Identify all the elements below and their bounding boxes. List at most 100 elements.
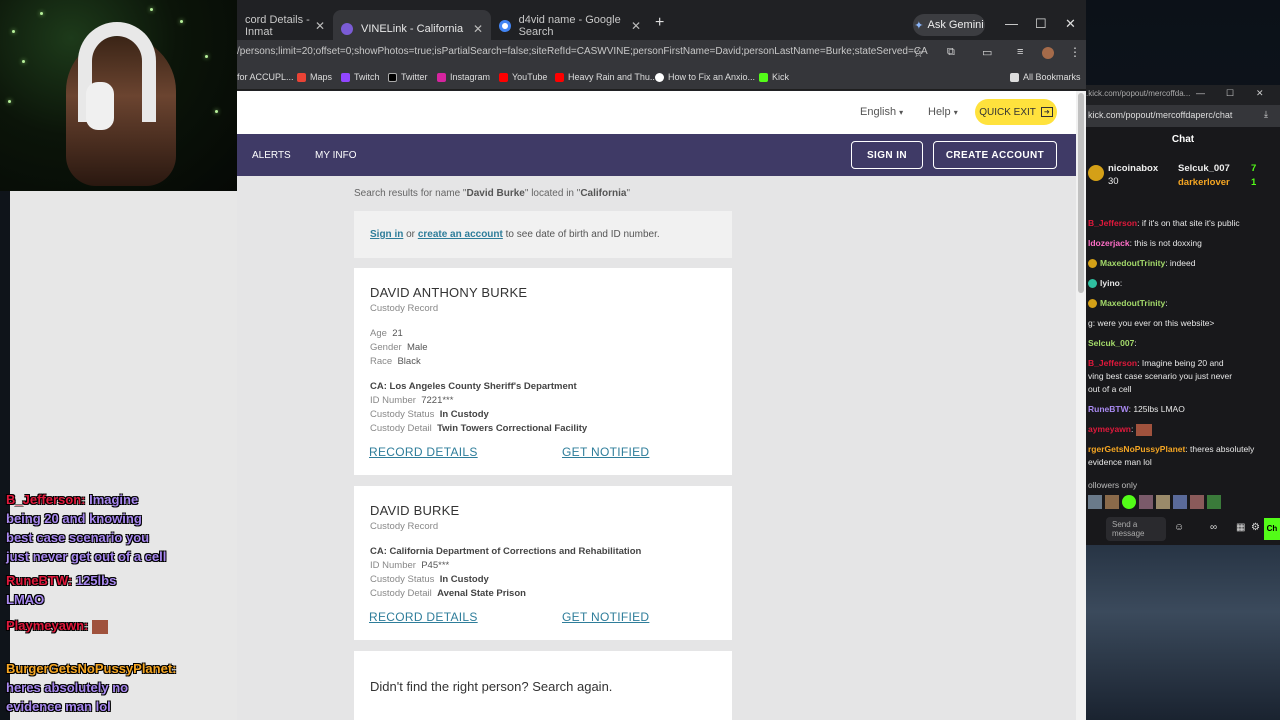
maximize-icon[interactable]: ☐ bbox=[1035, 16, 1047, 32]
page-scrollbar[interactable] bbox=[1076, 91, 1086, 720]
ask-gemini-button[interactable]: ✦ Ask Gemini bbox=[913, 14, 985, 36]
chat-send-button[interactable]: Ch bbox=[1264, 518, 1280, 540]
chat-username[interactable]: MaxedoutTrinity bbox=[1100, 298, 1165, 308]
tab-record-details[interactable]: cord Details - Inmat ✕ bbox=[237, 12, 333, 40]
cast-icon[interactable]: ▭ bbox=[982, 46, 992, 59]
emote-icon[interactable] bbox=[1105, 495, 1119, 509]
chat-username[interactable]: rgerGetsNoPussyPlanet bbox=[1088, 444, 1185, 454]
nav-my-info[interactable]: MY INFO bbox=[315, 150, 356, 161]
chat-text: out of a cell bbox=[1088, 384, 1132, 394]
address-bar[interactable]: /persons;limit=20;offset=0;showPhotos=tr… bbox=[237, 40, 1086, 68]
all-bookmarks-label: All Bookmarks bbox=[1023, 72, 1081, 82]
overlay-chat-username: BurgerGetsNoPussyPlanet: bbox=[6, 661, 177, 676]
chat-username[interactable]: MaxedoutTrinity bbox=[1100, 258, 1165, 268]
id-value: 7221*** bbox=[421, 395, 454, 406]
chat-username[interactable]: Selcuk_007 bbox=[1088, 338, 1134, 348]
more-icon[interactable]: ⋮ bbox=[1069, 45, 1081, 59]
chat-username[interactable]: B_Jefferson bbox=[1088, 218, 1137, 228]
chat-message: out of a cell bbox=[1088, 383, 1131, 396]
record-type: Custody Record bbox=[370, 303, 439, 314]
gear-icon[interactable]: ⚙ bbox=[1251, 522, 1260, 533]
overlay-chat-text: being 20 and knowing bbox=[6, 511, 142, 526]
chat-username[interactable]: RuneBTW bbox=[1088, 404, 1129, 414]
create-account-link[interactable]: create an account bbox=[418, 229, 503, 240]
create-account-button[interactable]: CREATE ACCOUNT bbox=[933, 141, 1057, 169]
overlay-chat-text: LMAO bbox=[6, 592, 45, 607]
search-again-card: Didn't find the right person? Search aga… bbox=[354, 651, 732, 720]
new-tab-button[interactable]: + bbox=[655, 14, 664, 32]
emote-icon[interactable] bbox=[1173, 495, 1187, 509]
chat-message: rgerGetsNoPussyPlanet: theres absolutely bbox=[1088, 443, 1254, 456]
bookmark-item[interactable]: Heavy Rain and Thu... bbox=[555, 72, 657, 82]
leaderboard-name: Selcuk_007 bbox=[1178, 163, 1230, 174]
help-menu[interactable]: Help ▾ bbox=[928, 106, 958, 118]
sign-in-button[interactable]: SIGN IN bbox=[851, 141, 923, 169]
overlay-chat-text: evidence man lol bbox=[6, 699, 111, 714]
search-results-summary: Search results for name "David Burke" lo… bbox=[354, 188, 630, 199]
emote-icon[interactable] bbox=[1190, 495, 1204, 509]
record-details-link[interactable]: RECORD DETAILS bbox=[369, 610, 478, 624]
bookmark-item[interactable]: Kick bbox=[759, 72, 789, 82]
emote-icon[interactable] bbox=[1207, 495, 1221, 509]
close-icon[interactable]: ✕ bbox=[315, 19, 325, 33]
language-select[interactable]: English ▾ bbox=[860, 106, 903, 118]
overlay-chat-username: RuneBTW: bbox=[6, 573, 73, 588]
chat-address-bar[interactable]: kick.com/popout/mercoffdaperc/chat ⤓ bbox=[1086, 105, 1280, 127]
get-notified-link[interactable]: GET NOTIFIED bbox=[562, 445, 649, 459]
gift-icon[interactable]: ▦ bbox=[1236, 522, 1245, 533]
record-details-link[interactable]: RECORD DETAILS bbox=[369, 445, 478, 459]
overlay-chat-username: Playmeyawn: bbox=[6, 618, 89, 633]
nav-alerts[interactable]: ALERTS bbox=[252, 150, 291, 161]
chat-message: MaxedoutTrinity: bbox=[1088, 297, 1168, 310]
emote-icon[interactable] bbox=[1139, 495, 1153, 509]
star-icon[interactable]: ☆ bbox=[913, 46, 924, 60]
close-window-icon[interactable]: ✕ bbox=[1065, 16, 1076, 32]
bookmark-item[interactable]: Twitter bbox=[388, 72, 428, 82]
tab-google-search[interactable]: d4vid name - Google Search ✕ bbox=[491, 12, 649, 40]
emote-icon[interactable] bbox=[1122, 495, 1136, 509]
bookmark-item[interactable]: Twitch bbox=[341, 72, 380, 82]
chat-username[interactable]: aymeyawn bbox=[1088, 424, 1131, 434]
folder-icon bbox=[1010, 72, 1019, 82]
quick-exit-button[interactable]: QUICK EXIT ➜ bbox=[975, 99, 1057, 125]
bookmark-item[interactable]: How to Fix an Anxio... bbox=[655, 72, 755, 82]
signin-or: or bbox=[406, 229, 416, 240]
race-row: Race Black bbox=[370, 356, 421, 367]
bookmark-item[interactable]: YouTube bbox=[499, 72, 547, 82]
chat-text: : this is not doxxing bbox=[1129, 238, 1202, 248]
gender-row: Gender Male bbox=[370, 342, 428, 353]
all-bookmarks-button[interactable]: All Bookmarks bbox=[1010, 72, 1081, 82]
close-window-icon[interactable]: ✕ bbox=[1256, 88, 1264, 99]
detail-label: Custody Detail bbox=[370, 588, 432, 599]
sign-in-link[interactable]: Sign in bbox=[370, 229, 403, 240]
chat-message: ving best case scenario you just never bbox=[1088, 370, 1232, 383]
infinity-icon[interactable]: ∞ bbox=[1210, 522, 1217, 533]
chat-message-input[interactable]: Send a message bbox=[1106, 517, 1166, 541]
close-icon[interactable]: ✕ bbox=[473, 22, 483, 36]
emote-icon[interactable] bbox=[1088, 495, 1102, 509]
close-icon[interactable]: ✕ bbox=[631, 19, 641, 33]
detail-label: Custody Detail bbox=[370, 423, 432, 434]
sparkle-icon: ✦ bbox=[914, 19, 924, 32]
minimize-icon[interactable]: — bbox=[1005, 16, 1018, 31]
bookmark-item[interactable]: Instagram bbox=[437, 72, 490, 82]
url-text[interactable]: /persons;limit=20;offset=0;showPhotos=tr… bbox=[237, 46, 928, 57]
extensions-icon[interactable]: ⧉ bbox=[947, 46, 955, 59]
bookmark-item[interactable]: for ACCUPL... bbox=[237, 72, 294, 82]
emoji-icon[interactable]: ☺ bbox=[1174, 522, 1184, 533]
agency: CA: California Department of Corrections… bbox=[370, 546, 642, 557]
avatar[interactable] bbox=[1042, 47, 1054, 59]
chat-username[interactable]: ldozerjack bbox=[1088, 238, 1130, 248]
download-icon[interactable]: ⤓ bbox=[1264, 109, 1268, 120]
emote-icon[interactable] bbox=[1156, 495, 1170, 509]
scrollbar-thumb[interactable] bbox=[1078, 93, 1084, 293]
maximize-icon[interactable]: ☐ bbox=[1226, 88, 1234, 99]
media-icon[interactable]: ≡ bbox=[1017, 46, 1023, 58]
bookmark-item[interactable]: Maps bbox=[297, 72, 332, 82]
chat-username[interactable]: lyino bbox=[1100, 278, 1120, 288]
get-notified-link[interactable]: GET NOTIFIED bbox=[562, 610, 649, 624]
search-again-heading: Didn't find the right person? Search aga… bbox=[370, 679, 613, 694]
chat-username[interactable]: B_Jefferson bbox=[1088, 358, 1137, 368]
record-card: DAVID BURKE Custody Record CA: Californi… bbox=[354, 486, 732, 640]
minimize-icon[interactable]: — bbox=[1196, 88, 1205, 98]
